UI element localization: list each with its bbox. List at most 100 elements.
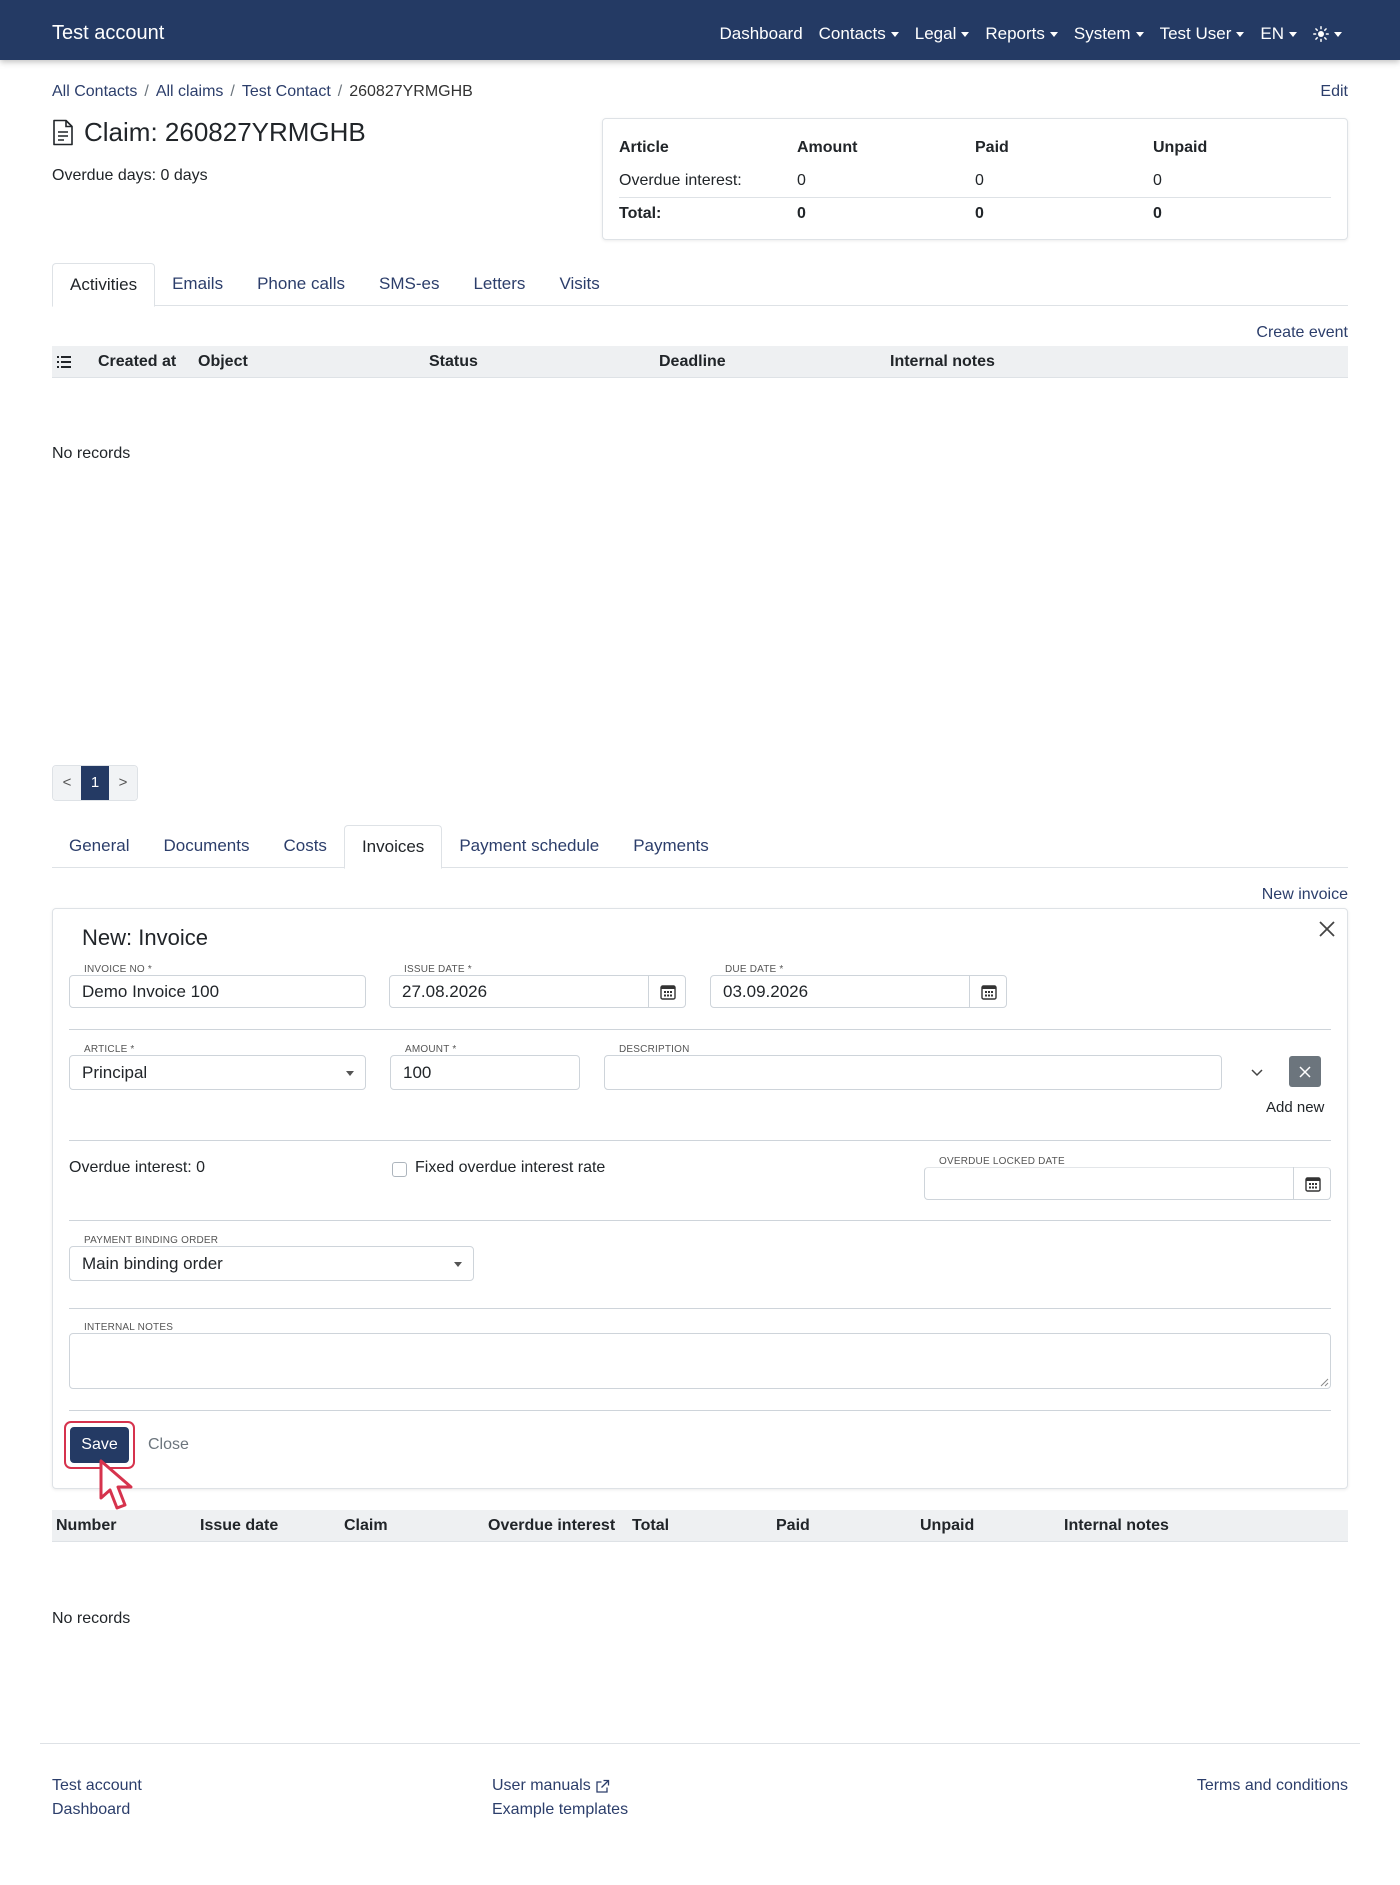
breadcrumb-all-claims[interactable]: All claims <box>156 83 224 101</box>
theme-toggle-dropdown[interactable] <box>1313 26 1342 42</box>
edit-link[interactable]: Edit <box>1320 83 1348 101</box>
tab-invoices[interactable]: Invoices <box>343 825 443 869</box>
payment-binding-order-select[interactable]: Main binding order <box>69 1246 474 1281</box>
caret-down-icon <box>1334 31 1342 37</box>
amount-field: 100 AMOUNT * <box>390 1044 580 1090</box>
overdue-locked-date-input[interactable] <box>924 1167 1331 1200</box>
divider <box>69 1410 1331 1411</box>
external-link-icon <box>596 1779 609 1793</box>
tab-documents[interactable]: Documents <box>146 825 266 868</box>
tab-activities[interactable]: Activities <box>52 263 156 307</box>
breadcrumb-all-contacts[interactable]: All Contacts <box>52 83 137 101</box>
document-icon <box>53 119 73 146</box>
overdue-locked-date-label: OVERDUE LOCKED DATE <box>937 1156 1067 1167</box>
tab-letters[interactable]: Letters <box>456 263 542 306</box>
nav-reports-dropdown[interactable]: Reports <box>985 24 1058 44</box>
article-select[interactable]: Principal <box>69 1055 366 1090</box>
column-menu-icon[interactable] <box>57 355 71 373</box>
calendar-icon[interactable] <box>969 975 1007 1008</box>
tab-payment-schedule[interactable]: Payment schedule <box>442 825 616 868</box>
overdue-interest-text: Overdue interest: 0 <box>69 1159 206 1176</box>
tab-general[interactable]: General <box>52 825 146 868</box>
nav-user-dropdown[interactable]: Test User <box>1160 24 1245 44</box>
column-header[interactable]: Paid <box>776 1517 810 1535</box>
column-header[interactable]: Deadline <box>659 353 726 371</box>
caret-down-icon <box>890 31 899 37</box>
due-date-input[interactable]: 03.09.2026 <box>710 975 1007 1008</box>
column-header[interactable]: Internal notes <box>890 353 995 371</box>
due-date-label: DUE DATE * <box>723 964 786 975</box>
nav-system-dropdown[interactable]: System <box>1074 24 1144 44</box>
divider <box>69 1140 1331 1141</box>
footer-terms-link[interactable]: Terms and conditions <box>1197 1777 1348 1795</box>
nav-language-dropdown[interactable]: EN <box>1260 24 1297 44</box>
select-caret-icon <box>454 1261 462 1267</box>
column-header[interactable]: Created at <box>98 353 176 371</box>
tab-costs[interactable]: Costs <box>266 825 343 868</box>
issue-date-input[interactable]: 27.08.2026 <box>389 975 686 1008</box>
caret-down-icon <box>1289 31 1297 37</box>
resize-handle-icon[interactable] <box>1320 1378 1329 1387</box>
footer-divider <box>40 1743 1360 1744</box>
chevron-down-icon[interactable] <box>1249 1064 1265 1080</box>
divider <box>69 1308 1331 1309</box>
breadcrumb-contact[interactable]: Test Contact <box>242 83 331 101</box>
new-invoice-form: New: Invoice Demo Invoice 100 INVOICE NO… <box>52 908 1348 1489</box>
tab-payments[interactable]: Payments <box>616 825 726 868</box>
remove-line-button[interactable] <box>1289 1056 1321 1087</box>
nav-legal-dropdown[interactable]: Legal <box>915 24 970 44</box>
column-header[interactable]: Unpaid <box>920 1517 974 1535</box>
invoice-no-input[interactable]: Demo Invoice 100 <box>69 975 366 1008</box>
tab-sms[interactable]: SMS-es <box>362 263 456 306</box>
close-button[interactable]: Close <box>148 1436 189 1454</box>
pagination-prev[interactable]: < <box>53 766 81 800</box>
close-icon[interactable] <box>1315 917 1339 941</box>
summary-total-row: Total: 0 0 0 <box>619 197 1331 230</box>
column-header[interactable]: Internal notes <box>1064 1517 1169 1535</box>
activities-empty-message: No records <box>52 445 131 462</box>
internal-notes-label: INTERNAL NOTES <box>82 1322 176 1333</box>
nav-dashboard[interactable]: Dashboard <box>719 24 802 44</box>
invoices-table-header: Number Issue date Claim Overdue interest… <box>52 1510 1348 1542</box>
internal-notes-textarea[interactable] <box>69 1333 1331 1389</box>
caret-down-icon <box>1236 31 1245 37</box>
issue-date-field: 27.08.2026 ISSUE DATE * <box>389 964 686 1008</box>
top-navbar: Test account Dashboard Contacts Legal Re… <box>0 0 1400 60</box>
fixed-rate-label[interactable]: Fixed overdue interest rate <box>415 1159 605 1177</box>
claim-title: Claim: 260827YRMGHB <box>84 117 366 147</box>
pagination-page[interactable]: 1 <box>81 766 109 800</box>
amount-input[interactable]: 100 <box>390 1055 580 1090</box>
column-header[interactable]: Number <box>56 1517 116 1535</box>
summary-header-row: Article Amount Paid Unpaid <box>619 138 1208 156</box>
footer-test-account-link[interactable]: Test account <box>52 1777 142 1795</box>
pagination-next[interactable]: > <box>109 766 137 800</box>
nav-contacts-dropdown[interactable]: Contacts <box>819 24 899 44</box>
summary-row: Overdue interest: 0 0 0 <box>619 171 1162 189</box>
calendar-icon[interactable] <box>648 975 686 1008</box>
tab-visits[interactable]: Visits <box>542 263 616 306</box>
column-header[interactable]: Object <box>198 353 248 371</box>
column-header[interactable]: Claim <box>344 1517 388 1535</box>
calendar-icon[interactable] <box>1293 1167 1331 1200</box>
article-label: ARTICLE * <box>82 1044 137 1055</box>
column-header[interactable]: Status <box>429 353 478 371</box>
footer-dashboard-link[interactable]: Dashboard <box>52 1801 130 1819</box>
divider <box>69 1029 1331 1030</box>
column-header[interactable]: Overdue interest <box>488 1517 615 1535</box>
tab-emails[interactable]: Emails <box>155 263 240 306</box>
add-new-link[interactable]: Add new <box>1266 1099 1324 1116</box>
description-label: DESCRIPTION <box>617 1044 692 1055</box>
tab-phone-calls[interactable]: Phone calls <box>240 263 362 306</box>
mouse-pointer-icon <box>99 1459 133 1510</box>
column-header[interactable]: Issue date <box>200 1517 278 1535</box>
description-input[interactable] <box>604 1055 1222 1090</box>
column-header[interactable]: Total <box>632 1517 669 1535</box>
footer-user-manuals-link[interactable]: User manuals <box>492 1777 610 1795</box>
new-invoice-link[interactable]: New invoice <box>1262 886 1348 904</box>
fixed-rate-checkbox[interactable] <box>392 1162 407 1177</box>
footer-example-templates-link[interactable]: Example templates <box>492 1801 628 1819</box>
pagination: < 1 > <box>52 765 138 801</box>
caret-down-icon <box>1135 31 1144 37</box>
brand-link[interactable]: Test account <box>52 22 164 45</box>
create-event-link[interactable]: Create event <box>1256 324 1348 342</box>
